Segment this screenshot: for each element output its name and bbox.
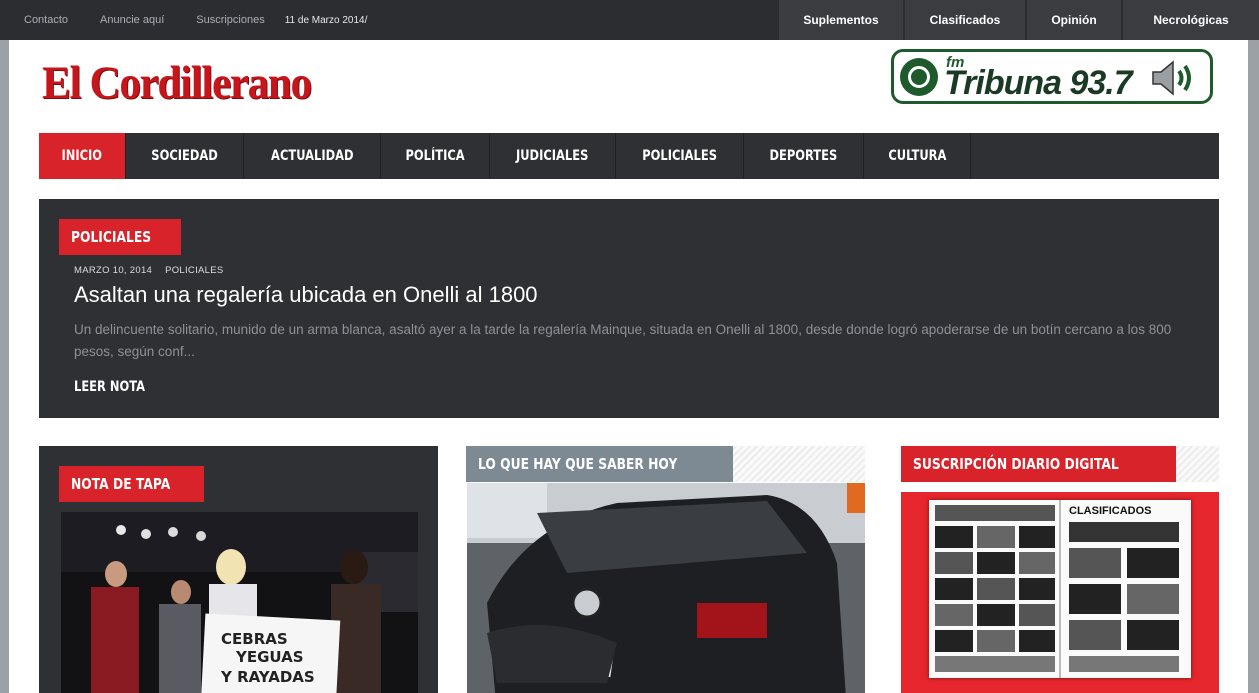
nav-deportes[interactable]: DEPORTES <box>744 133 864 179</box>
speaker-icon <box>1152 60 1191 96</box>
site-logo[interactable]: El Cordillerano <box>42 56 312 110</box>
subscriptions-link[interactable]: Suscripciones <box>196 14 264 26</box>
page-container: El Cordillerano fm Tribuna 93.7 INICIO S… <box>9 40 1248 693</box>
radio-name: Tribuna 93.7 <box>944 64 1133 102</box>
featured-date: MARZO 10, 2014 <box>74 265 153 276</box>
clasificados-link[interactable]: Clasificados <box>903 0 1025 40</box>
advertise-link[interactable]: Anuncie aquí <box>100 14 164 26</box>
nav-sociedad[interactable]: SOCIEDAD <box>126 133 244 179</box>
nav-inicio[interactable]: INICIO <box>39 133 126 179</box>
daily-brief-tag: LO QUE HAY QUE SABER HOY <box>466 446 734 482</box>
nav-judiciales[interactable]: JUDICIALES <box>490 133 616 179</box>
newspaper-image: CLASIFICADOS <box>929 500 1191 678</box>
daily-brief-photo[interactable] <box>467 483 865 693</box>
radio-banner[interactable]: fm Tribuna 93.7 <box>891 49 1213 104</box>
opinion-link[interactable]: Opinión <box>1025 0 1121 40</box>
featured-headline[interactable]: Asaltan una regalería ubicada en Onelli … <box>74 282 538 308</box>
main-nav: INICIO SOCIEDAD ACTUALIDAD POLÍTICA JUDI… <box>39 133 1219 179</box>
nav-cultura[interactable]: CULTURA <box>864 133 972 179</box>
top-bar: Contacto Anuncie aquí Suscripciones 11 d… <box>0 0 1259 40</box>
cover-photo-image: CEBRAS YEGUAS Y RAYADAS <box>61 512 418 693</box>
featured-category-tag[interactable]: POLICIALES <box>59 219 181 255</box>
nav-policiales[interactable]: POLICIALES <box>616 133 744 179</box>
banner-line-2: YEGUAS <box>235 648 304 666</box>
suplementos-link[interactable]: Suplementos <box>777 0 903 40</box>
nav-actualidad[interactable]: ACTUALIDAD <box>244 133 382 179</box>
nav-politica[interactable]: POLÍTICA <box>381 133 491 179</box>
radio-disc-icon <box>900 58 938 96</box>
contact-link[interactable]: Contacto <box>24 14 68 26</box>
banner-line-3: Y RAYADAS <box>220 668 315 686</box>
cover-story-panel: NOTA DE TAPA CEBRAS YEGUAS Y RAYADAS <box>39 446 438 693</box>
cover-story-photo[interactable]: CEBRAS YEGUAS Y RAYADAS <box>61 512 418 693</box>
featured-story: POLICIALES MARZO 10, 2014 POLICIALES Asa… <box>39 199 1219 418</box>
banner-line-1: CEBRAS <box>221 630 288 648</box>
cover-story-tag: NOTA DE TAPA <box>59 466 205 502</box>
featured-category[interactable]: POLICIALES <box>165 265 223 276</box>
subscription-tag: SUSCRIPCIÓN DIARIO DIGITAL <box>901 446 1176 482</box>
current-date: 11 de Marzo 2014/ <box>284 14 368 26</box>
crashed-car-image <box>467 483 865 693</box>
necrologicas-link[interactable]: Necrológicas <box>1121 0 1259 40</box>
page-fold <box>1059 500 1061 678</box>
paper-heading: CLASIFICADOS <box>1069 505 1152 517</box>
daily-brief-panel: LO QUE HAY QUE SABER HOY <box>466 446 865 693</box>
digital-subscription-panel: SUSCRIPCIÓN DIARIO DIGITAL CLASIFICADOS <box>901 446 1219 693</box>
section-links: Suplementos Clasificados Opinión Necroló… <box>777 0 1259 40</box>
top-links: Contacto Anuncie aquí Suscripciones 11 d… <box>24 0 367 40</box>
featured-excerpt: Un delincuente solitario, munido de un a… <box>74 322 1172 359</box>
subscription-banner[interactable]: CLASIFICADOS <box>901 492 1219 693</box>
featured-meta: MARZO 10, 2014 POLICIALES <box>74 265 234 276</box>
read-more-link[interactable]: LEER NOTA <box>74 379 145 395</box>
